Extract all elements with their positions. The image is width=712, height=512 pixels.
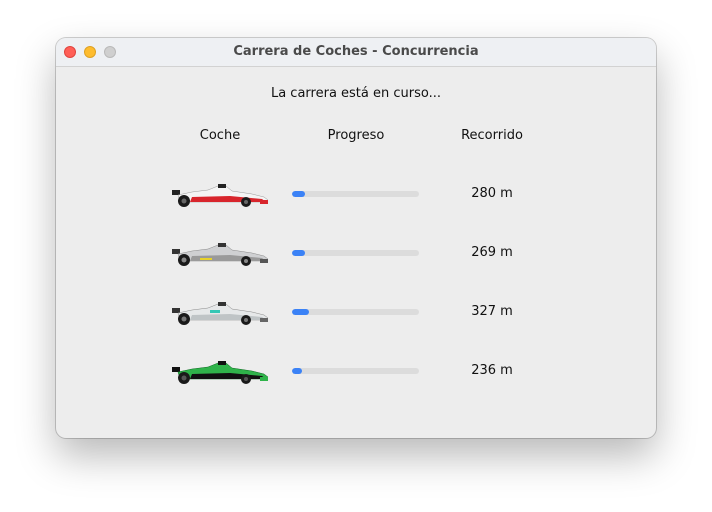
f1-car-red-white-icon [170,180,270,210]
progress-fill [292,250,305,256]
progress-fill [292,368,303,374]
distance-value: 280 m [471,186,513,201]
distance-value: 236 m [471,363,513,378]
race-row: 327 m [56,298,656,328]
column-header-distance: Recorrido [461,128,523,143]
progress-fill [292,309,309,315]
race-row: 236 m [56,357,656,387]
f1-car-silver-yellow-icon [170,239,270,269]
f1-car-silver-teal-icon [170,298,270,328]
window-title: Carrera de Coches - Concurrencia [233,44,479,59]
progress-bar [292,368,419,374]
progress-bar [292,191,419,197]
f1-car-green-black-icon [170,357,270,387]
race-row: 280 m [56,180,656,210]
distance-value: 269 m [471,245,513,260]
column-header-progress: Progreso [327,128,385,143]
title-bar[interactable]: Carrera de Coches - Concurrencia [56,38,656,67]
app-window: Carrera de Coches - Concurrencia La carr… [56,38,656,438]
race-row: 269 m [56,239,656,269]
progress-fill [292,191,305,197]
column-header-car: Coche [199,128,241,143]
progress-bar [292,250,419,256]
progress-bar [292,309,419,315]
distance-value: 327 m [471,304,513,319]
race-status-label: La carrera está en curso... [270,86,442,101]
